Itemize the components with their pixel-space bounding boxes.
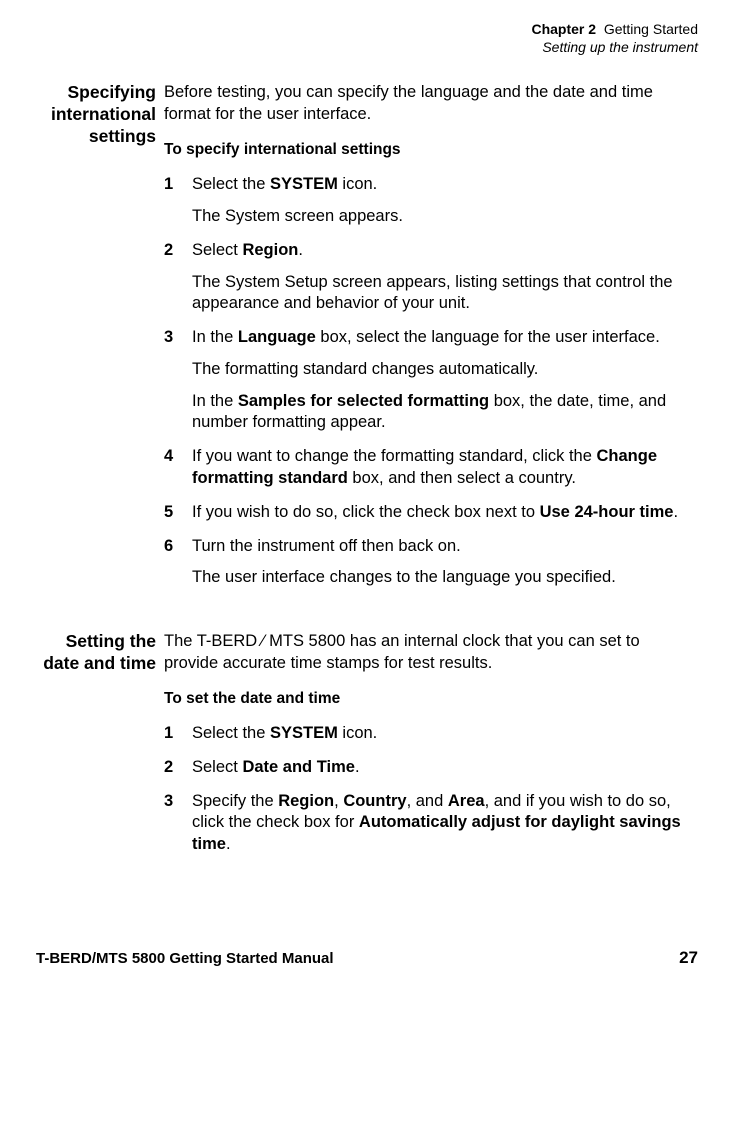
procedure-step: 1Select the SYSTEM icon. bbox=[164, 723, 698, 745]
step-line: Select the SYSTEM icon. bbox=[192, 723, 698, 745]
side-heading: Specifying international settings bbox=[36, 82, 164, 601]
bold-term: Region bbox=[242, 241, 298, 259]
chapter-title: Getting Started bbox=[604, 21, 698, 37]
footer-page-number: 27 bbox=[679, 948, 698, 968]
step-line: In the Samples for selected formatting b… bbox=[192, 391, 698, 435]
section-title: Setting up the instrument bbox=[36, 38, 698, 56]
step-body: If you want to change the formatting sta… bbox=[192, 446, 698, 490]
step-number: 3 bbox=[164, 791, 192, 856]
step-body: Select the SYSTEM icon. The System screen… bbox=[192, 174, 698, 228]
section-subheading: To specify international settings bbox=[164, 140, 698, 160]
step-body: In the Language box, select the language… bbox=[192, 327, 698, 434]
step-line: The System Setup screen appears, listing… bbox=[192, 272, 698, 316]
step-line: The user interface changes to the langua… bbox=[192, 567, 698, 589]
step-line: Select Date and Time. bbox=[192, 757, 698, 779]
bold-term: Language bbox=[238, 328, 316, 346]
bold-term: SYSTEM bbox=[270, 724, 338, 742]
section-intro: Before testing, you can specify the lang… bbox=[164, 82, 698, 126]
step-body: Select the SYSTEM icon. bbox=[192, 723, 698, 745]
step-line: In the Language box, select the language… bbox=[192, 327, 698, 349]
step-number: 4 bbox=[164, 446, 192, 490]
step-line: Select Region. bbox=[192, 240, 698, 262]
step-line: The System screen appears. bbox=[192, 206, 698, 228]
step-line: The formatting standard changes automati… bbox=[192, 359, 698, 381]
procedure-step: 6Turn the instrument off then back on. Th… bbox=[164, 536, 698, 590]
bold-term: Date and Time bbox=[242, 758, 354, 776]
step-body: Specify the Region, Country, and Area, a… bbox=[192, 791, 698, 856]
step-number: 2 bbox=[164, 757, 192, 779]
step-number: 5 bbox=[164, 502, 192, 524]
procedure-step: 2Select Region. The System Setup screen a… bbox=[164, 240, 698, 315]
step-number: 2 bbox=[164, 240, 192, 315]
step-number: 6 bbox=[164, 536, 192, 590]
section-subheading: To set the date and time bbox=[164, 689, 698, 709]
step-line: Turn the instrument off then back on. bbox=[192, 536, 698, 558]
section-intro: The T-BERD ⁄ MTS 5800 has an internal cl… bbox=[164, 631, 698, 675]
procedure-step: 1Select the SYSTEM icon. The System scree… bbox=[164, 174, 698, 228]
step-line: Select the SYSTEM icon. bbox=[192, 174, 698, 196]
step-line: If you wish to do so, click the check bo… bbox=[192, 502, 698, 524]
footer-manual: T-BERD/MTS 5800 Getting Started Manual bbox=[36, 950, 334, 967]
bold-term: Change formatting standard bbox=[192, 447, 657, 487]
side-heading: Setting the date and time bbox=[36, 631, 164, 868]
section-content: The T-BERD ⁄ MTS 5800 has an internal cl… bbox=[164, 631, 698, 868]
bold-term: SYSTEM bbox=[270, 175, 338, 193]
bold-term: Region bbox=[278, 792, 334, 810]
bold-term: Samples for selected formatting bbox=[238, 392, 489, 410]
procedure-step: 4If you want to change the formatting st… bbox=[164, 446, 698, 490]
doc-section: Setting the date and timeThe T-BERD ⁄ MT… bbox=[36, 631, 698, 868]
bold-term: Use 24-hour time bbox=[540, 503, 674, 521]
step-number: 3 bbox=[164, 327, 192, 434]
procedure-step: 2Select Date and Time. bbox=[164, 757, 698, 779]
chapter-label: Chapter 2 bbox=[531, 21, 596, 37]
section-content: Before testing, you can specify the lang… bbox=[164, 82, 698, 601]
step-line: Specify the Region, Country, and Area, a… bbox=[192, 791, 698, 856]
bold-term: Country bbox=[343, 792, 406, 810]
bold-term: Area bbox=[448, 792, 485, 810]
step-body: Select Region. The System Setup screen ap… bbox=[192, 240, 698, 315]
procedure-step: 3In the Language box, select the languag… bbox=[164, 327, 698, 434]
step-body: If you wish to do so, click the check bo… bbox=[192, 502, 698, 524]
step-line: If you want to change the formatting sta… bbox=[192, 446, 698, 490]
page-header: Chapter 2 Getting Started Setting up the… bbox=[36, 20, 698, 56]
step-body: Turn the instrument off then back on. The… bbox=[192, 536, 698, 590]
step-number: 1 bbox=[164, 723, 192, 745]
step-number: 1 bbox=[164, 174, 192, 228]
doc-section: Specifying international settingsBefore … bbox=[36, 82, 698, 601]
procedure-step: 5If you wish to do so, click the check b… bbox=[164, 502, 698, 524]
page-footer: T-BERD/MTS 5800 Getting Started Manual 2… bbox=[0, 948, 734, 988]
procedure-step: 3Specify the Region, Country, and Area, … bbox=[164, 791, 698, 856]
bold-term: Automatically adjust for daylight saving… bbox=[192, 813, 681, 853]
step-body: Select Date and Time. bbox=[192, 757, 698, 779]
